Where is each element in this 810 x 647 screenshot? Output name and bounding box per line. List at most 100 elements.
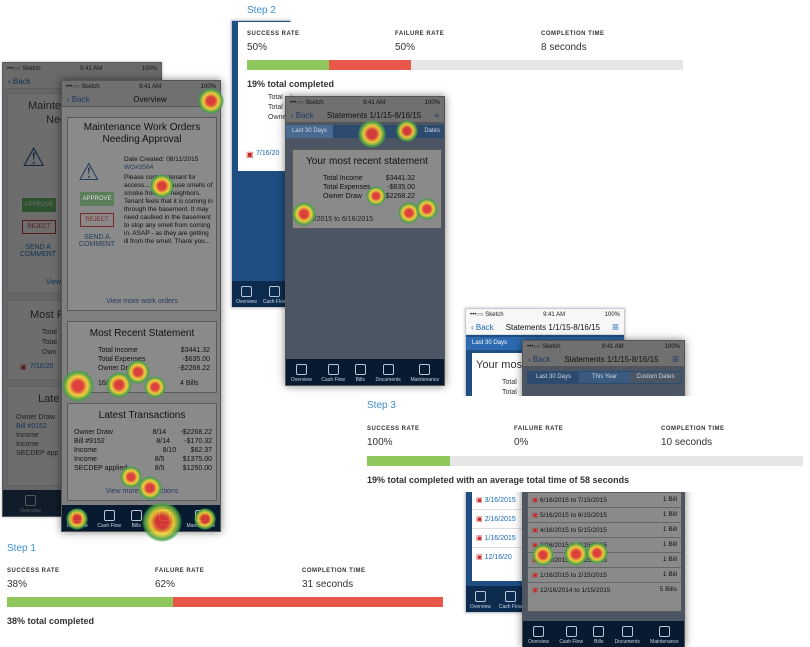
transactions-title: Latest Transactions bbox=[98, 410, 186, 421]
total-label: Total bbox=[268, 94, 283, 101]
menu-icon[interactable]: ≡ bbox=[612, 320, 619, 334]
success-rate-label: SUCCESS RATE bbox=[247, 31, 300, 37]
tab-bills[interactable]: Bills bbox=[130, 510, 142, 529]
txn-row[interactable]: Owner Draw 8/14 -$2268.22 bbox=[74, 428, 212, 437]
approve-button[interactable]: APPROVE bbox=[22, 198, 56, 212]
statement-row[interactable]: ▣ 3/16/2015 to 4/15/2015 1 Bill bbox=[528, 538, 681, 553]
send-comment-link[interactable]: SEND A COMMENT bbox=[74, 234, 120, 248]
tab-label: Bills bbox=[594, 639, 604, 645]
tab-cash-flow[interactable]: Cash Flow bbox=[559, 626, 583, 645]
tab-cash-flow[interactable]: Cash Flow bbox=[321, 364, 345, 383]
txn-row[interactable]: Income 8/5 $1375.00 bbox=[74, 455, 212, 464]
pdf-icon[interactable]: ▣ bbox=[20, 363, 27, 371]
tab-documents[interactable]: Documents bbox=[375, 364, 401, 383]
back-button[interactable]: ‹ Back bbox=[291, 111, 314, 120]
row-key: Total Expenses bbox=[323, 184, 371, 191]
pdf-icon: ▣ bbox=[476, 497, 483, 504]
tab-overview[interactable]: Overview bbox=[67, 510, 88, 529]
tab-label: Cash Flow bbox=[559, 639, 583, 645]
menu-icon[interactable]: ≡ bbox=[210, 95, 215, 104]
tab-label: Documents bbox=[614, 639, 640, 645]
row-key: Owner Draw bbox=[323, 193, 362, 200]
tab-bills[interactable]: Bills bbox=[354, 364, 366, 383]
tab-label: Cash Flow bbox=[498, 604, 523, 610]
tab-documents[interactable]: Documents bbox=[151, 510, 177, 529]
txn-row[interactable]: SECDEP applied 8/5 $1250.00 bbox=[74, 464, 212, 473]
statement-range-link[interactable]: 6/16/2015 to 6/16/2015 bbox=[301, 216, 373, 223]
view-more-transactions[interactable]: View more transactions bbox=[68, 488, 216, 495]
wrench-icon bbox=[658, 626, 670, 637]
step2-total: 19% total completed bbox=[247, 79, 335, 89]
txn-row[interactable]: Bill #9152 8/14 -$170.32 bbox=[74, 437, 212, 446]
failure-rate-value: 0% bbox=[514, 437, 529, 448]
txn-row[interactable]: Income 8/10 $62.37 bbox=[74, 446, 212, 455]
tab-cash-flow[interactable]: Cash Flow bbox=[498, 591, 523, 610]
row-value: -$2268.22 bbox=[383, 193, 415, 200]
tab-label: Cash Flow bbox=[97, 523, 122, 529]
statement-date-link[interactable]: 7/16/20 bbox=[30, 363, 53, 370]
view-more-work-orders[interactable]: View more work orders bbox=[68, 298, 216, 305]
tab-overview[interactable]: Overview bbox=[470, 591, 491, 610]
tab-this-year[interactable]: This Year bbox=[579, 372, 630, 383]
reject-button[interactable]: REJECT bbox=[22, 220, 56, 234]
view-link[interactable]: View bbox=[46, 279, 61, 286]
home-icon bbox=[295, 364, 307, 375]
send-comment-link[interactable]: SEND A COMMENT bbox=[16, 244, 60, 258]
bills-icon bbox=[593, 626, 605, 637]
txn-date: 8/14 bbox=[156, 438, 170, 445]
failure-rate-label: FAILURE RATE bbox=[155, 568, 205, 574]
tab-maintenance[interactable]: Maintenance bbox=[411, 364, 439, 383]
statement-range: 6/16/2015 to 7/15/2015 bbox=[539, 497, 607, 504]
tab-documents[interactable]: Documents bbox=[615, 626, 640, 645]
pdf-icon[interactable]: ▣ bbox=[246, 150, 254, 159]
wo-number[interactable]: WO#3564 bbox=[124, 164, 214, 172]
tab-overview[interactable]: Overview bbox=[291, 364, 312, 383]
tab-overview[interactable]: Overview bbox=[20, 495, 41, 514]
statement-row[interactable]: ▣ 6/16/2015 to 7/15/2015 1 Bill bbox=[528, 493, 681, 508]
statement-row[interactable]: ▣ 2/16/2015 to 3/15/2015 1 Bill bbox=[528, 553, 681, 568]
tab-bills[interactable]: Bills bbox=[593, 626, 605, 645]
statement-row[interactable]: ▣ 5/16/2015 to 6/15/2015 1 Bill bbox=[528, 508, 681, 523]
txn-list: Owner Draw Bill #9152 Income Income SECD… bbox=[16, 413, 58, 458]
txn-row[interactable]: Bill #9152 bbox=[16, 422, 58, 431]
approve-button[interactable]: APPROVE bbox=[80, 192, 114, 206]
tab-cash-flow[interactable]: Cash Flow bbox=[263, 286, 286, 305]
pdf-icon: ▣ bbox=[532, 512, 539, 519]
tab-last-30[interactable]: Last 30 Days bbox=[286, 125, 334, 138]
tab-overview[interactable]: Overview bbox=[236, 286, 257, 305]
statement-row[interactable]: ▣ 4/16/2015 to 5/15/2015 1 Bill bbox=[528, 523, 681, 538]
total-label-2: Total bbox=[42, 339, 57, 346]
row-value: $3441.32 bbox=[385, 175, 415, 182]
nav-title: Overview bbox=[133, 94, 167, 104]
cash-icon bbox=[565, 626, 577, 637]
txn-row: Income bbox=[16, 441, 39, 448]
tab-last-30[interactable]: Last 30 Days bbox=[528, 372, 579, 383]
statement-row[interactable]: ▣ 1/16/2015 to 2/15/2015 1 Bill bbox=[528, 568, 681, 583]
tab-cash-flow[interactable]: Cash Flow bbox=[97, 510, 121, 529]
tab-custom[interactable]: Dates bbox=[418, 125, 444, 138]
tab-overview[interactable]: Overview bbox=[528, 626, 549, 645]
wo-details: Date Created: 08/11/2015 WO#3564 Please … bbox=[124, 156, 214, 246]
tab-maintenance[interactable]: Maintenance bbox=[650, 626, 679, 645]
statement-date-link[interactable]: 7/16/20 bbox=[256, 150, 279, 157]
back-label: Back bbox=[295, 110, 314, 120]
carrier: •••○○ Sketch bbox=[66, 83, 100, 90]
txn-row: Owner Draw bbox=[16, 414, 55, 421]
wo-body: Please contact tenant for access... They… bbox=[124, 174, 213, 245]
reject-button[interactable]: REJECT bbox=[80, 213, 114, 227]
txn-name: Income bbox=[74, 447, 97, 454]
tab-custom-dates[interactable]: Custom Dates bbox=[630, 372, 681, 383]
tab-maintenance[interactable]: Maintenance bbox=[186, 510, 216, 529]
menu-icon[interactable]: ≡ bbox=[672, 352, 679, 366]
statement-range[interactable]: 16/2015 bbox=[98, 380, 123, 387]
menu-icon[interactable]: ≡ bbox=[434, 111, 439, 120]
back-button[interactable]: ‹ Back bbox=[67, 95, 90, 104]
tab-label: Maintenance bbox=[186, 523, 216, 529]
back-button[interactable]: ‹ Back bbox=[528, 355, 551, 364]
completion-time-value: 8 seconds bbox=[541, 42, 587, 53]
back-button[interactable]: ‹ Back bbox=[471, 323, 494, 332]
statement-row[interactable]: ▣ 12/16/2014 to 1/15/2015 5 Bills bbox=[528, 583, 681, 597]
back-button[interactable]: ‹ Back bbox=[8, 77, 31, 86]
row-value: $3441.32 bbox=[180, 347, 210, 354]
statement-row: Total Expenses -$635.00 bbox=[323, 183, 415, 192]
